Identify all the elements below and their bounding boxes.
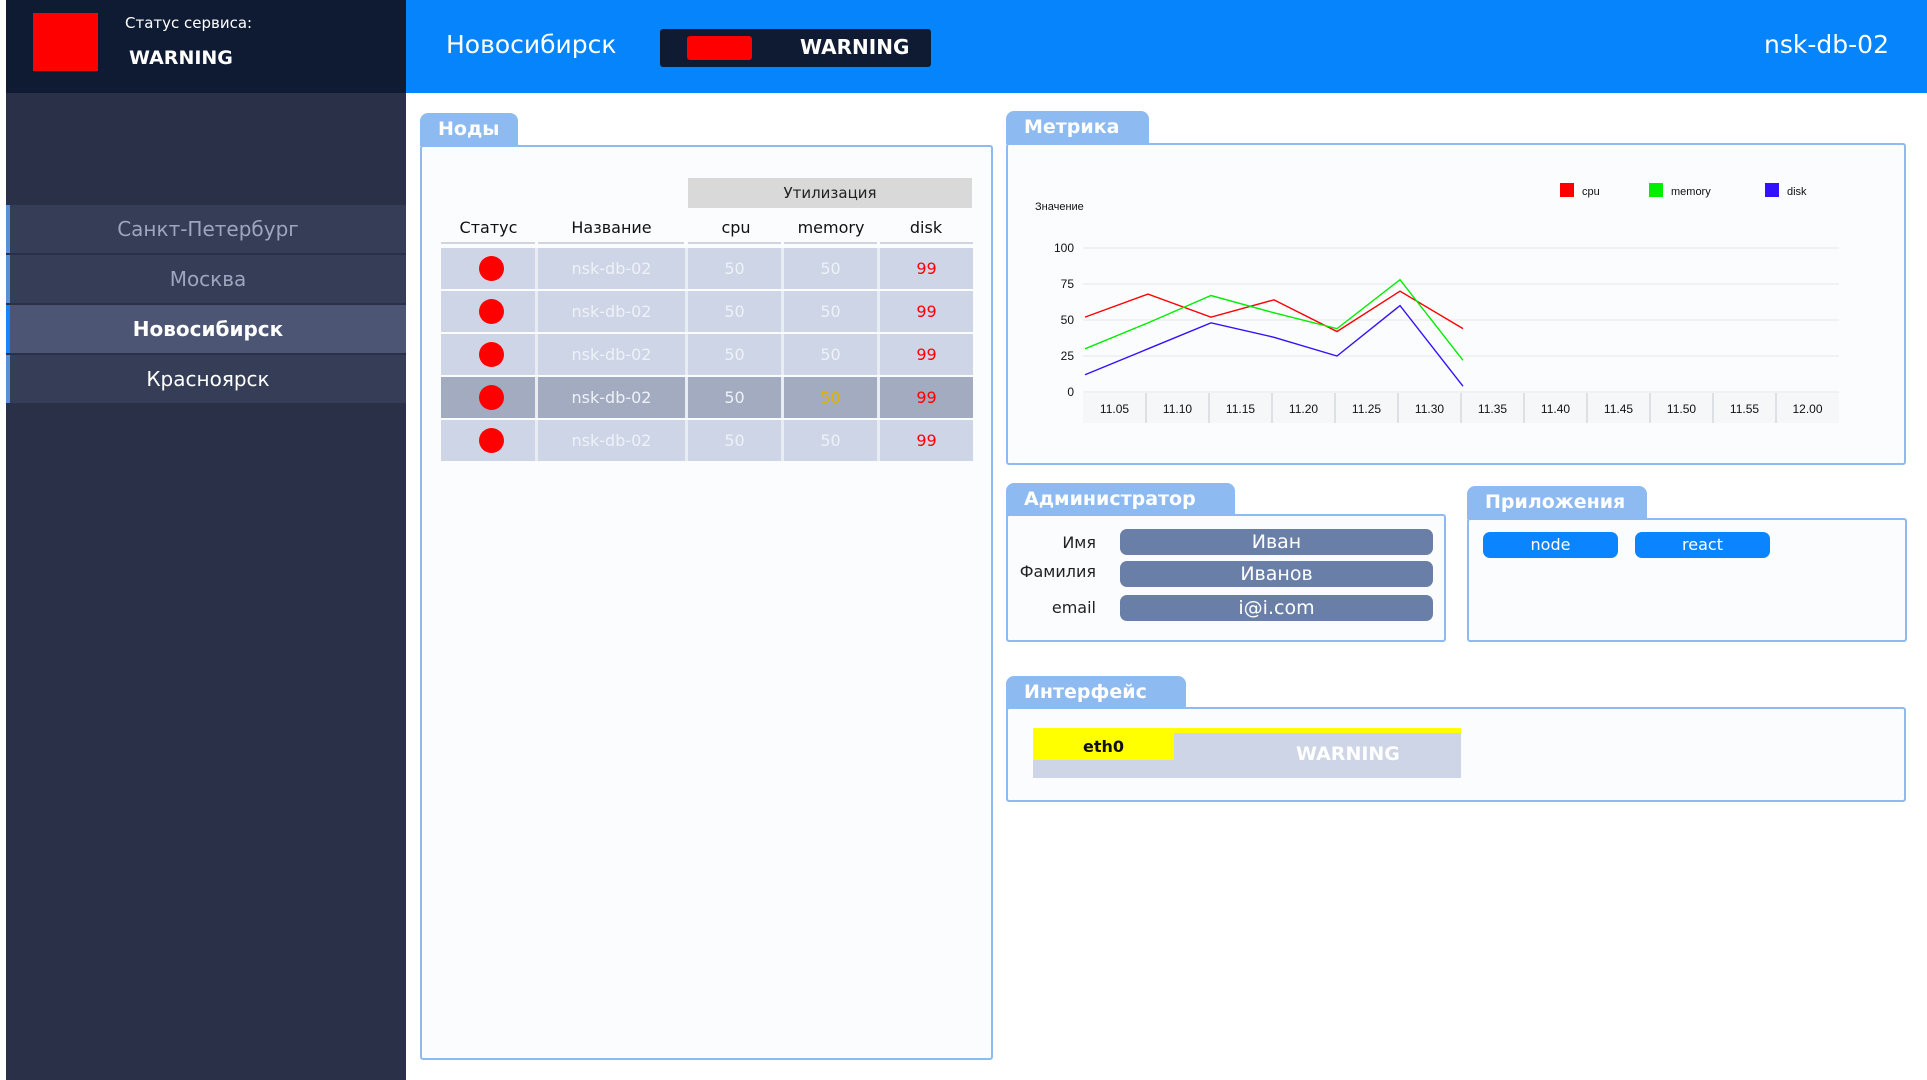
admin-email-field: i@i.com [1120,595,1433,621]
header-divider [688,242,781,244]
node-disk: 99 [916,302,937,321]
metrics-chart: Значение 0 25 50 75 100 11.05 11.10 11.15 11.20 11… [1035,183,1839,423]
header-divider [441,242,535,244]
node-name: nsk-db-02 [571,345,652,364]
header-divider [784,242,877,244]
column-header-disk: disk [909,218,943,237]
header: Новосибирск WARNING nsk-db-02 [406,0,1927,93]
y-tick-label: 0 [1067,385,1074,399]
y-axis-title: Значение [1035,201,1084,213]
city-list: Санкт-Петербург Москва Новосибирск Красн… [6,205,406,405]
series-line-disk [1084,304,1464,387]
node-memory: 50 [820,259,841,278]
sidebar-item-novosibirsk[interactable]: Новосибирск [6,305,406,353]
service-status-value: WARNING [129,47,233,69]
admin-last-name-label: Фамилия [1019,562,1096,581]
x-tick-label: 11.30 [1415,402,1444,416]
admin-first-name-field: Иван [1120,529,1433,555]
legend-label-memory: memory [1671,186,1711,198]
node-name: nsk-db-02 [571,431,652,450]
x-tick-label: 11.25 [1352,402,1381,416]
node-name: nsk-db-02 [571,388,652,407]
y-tick-label: 25 [1061,349,1075,363]
column-header-cpu: cpu [721,218,751,237]
table-row[interactable]: nsk-db-02 50 50 99 [441,291,973,332]
node-cpu: 50 [724,302,745,321]
admin-first-name-label: Имя [1062,533,1096,552]
status-dot [479,385,504,410]
node-memory: 50 [820,345,841,364]
status-color-indicator [687,36,752,60]
service-status-caption: Статус сервиса: [125,14,253,32]
node-name: nsk-db-02 [571,302,652,321]
admin-email-label: email [1051,598,1096,617]
tab-apps: Приложения [1467,486,1647,519]
host-name: nsk-db-02 [1764,30,1889,59]
x-tick-label: 11.50 [1667,402,1696,416]
tab-nodes: Ноды [420,113,518,146]
sidebar-item-moscow[interactable]: Москва [6,255,406,303]
status-badge-label: WARNING [800,35,910,59]
sidebar-item-saint-petersburg[interactable]: Санкт-Петербург [6,205,406,253]
x-tick-label: 11.55 [1730,402,1759,416]
app-node-tag[interactable]: node [1483,532,1618,558]
y-tick-label: 50 [1061,313,1075,327]
interface-status-bar[interactable]: eth0 WARNING [1033,728,1461,778]
table-row[interactable]: nsk-db-02 50 50 99 [441,420,973,461]
node-memory: 50 [820,388,841,407]
status-dot [479,256,504,281]
node-disk: 99 [916,388,937,407]
tab-admin: Администратор [1006,483,1235,516]
node-cpu: 50 [724,388,745,407]
y-tick-label: 100 [1054,241,1074,255]
legend-swatch-cpu [1560,183,1574,197]
y-tick-label: 75 [1061,277,1075,291]
legend-swatch-disk [1765,183,1779,197]
status-dot [479,428,504,453]
column-header-status: Статус [459,218,518,237]
table-row[interactable]: nsk-db-02 50 50 99 [441,248,973,289]
legend-swatch-memory [1649,183,1663,197]
status-dot [479,299,504,324]
status-dot [479,342,504,367]
header-divider [880,242,973,244]
header-divider [538,242,684,244]
legend-label-disk: disk [1787,186,1807,198]
sidebar: Статус сервиса: WARNING Санкт-Петербург … [6,0,406,1080]
node-disk: 99 [916,259,937,278]
status-badge: WARNING [660,29,931,67]
interface-status: WARNING [1296,743,1400,765]
x-tick-label: 11.05 [1100,402,1129,416]
admin-last-name-field: Иванов [1120,561,1433,587]
x-tick-label: 11.15 [1226,402,1255,416]
node-memory: 50 [820,431,841,450]
utilization-header: Утилизация [688,178,972,208]
service-status-panel: Статус сервиса: WARNING [6,0,406,93]
x-tick-label: 11.10 [1163,402,1192,416]
x-tick-label: 11.35 [1478,402,1507,416]
x-tick-label: 11.40 [1541,402,1570,416]
service-status-indicator [33,13,98,71]
node-cpu: 50 [724,259,745,278]
node-cpu: 50 [724,345,745,364]
table-row[interactable]: nsk-db-02 50 50 99 [441,377,973,418]
legend-label-cpu: cpu [1582,186,1600,198]
tab-metrics: Метрика [1006,111,1149,144]
node-disk: 99 [916,345,937,364]
column-header-name: Название [571,218,652,237]
node-name: nsk-db-02 [571,259,652,278]
tab-interface: Интерфейс [1006,676,1186,709]
interface-name: eth0 [1033,733,1174,760]
x-tick-label: 11.45 [1604,402,1633,416]
x-tick-label: 11.20 [1289,402,1318,416]
table-row[interactable]: nsk-db-02 50 50 99 [441,334,973,375]
node-cpu: 50 [724,431,745,450]
column-header-memory: memory [797,218,865,237]
node-disk: 99 [916,431,937,450]
sidebar-item-krasnoyarsk[interactable]: Красноярск [6,355,406,403]
page-title: Новосибирск [446,30,617,59]
app-react-tag[interactable]: react [1635,532,1770,558]
x-tick-label: 12.00 [1792,402,1822,416]
node-memory: 50 [820,302,841,321]
